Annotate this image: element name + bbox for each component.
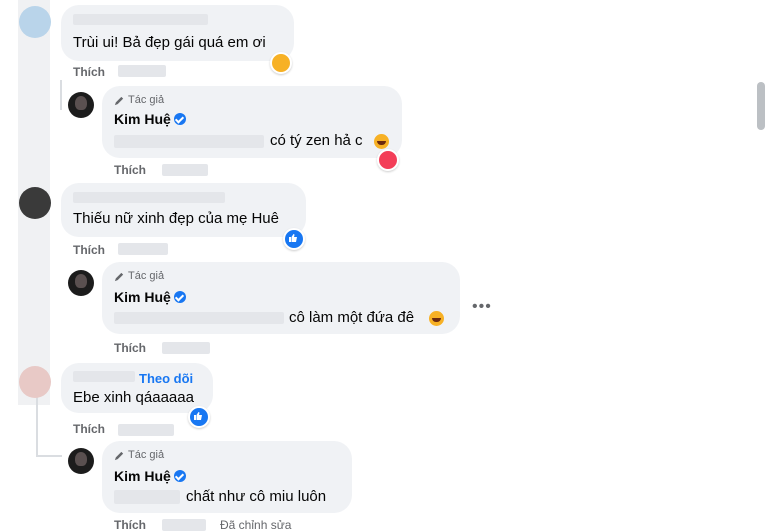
author-tag-label: Tác giả <box>128 270 165 282</box>
redacted-timestamp <box>162 519 206 531</box>
redacted-text <box>114 312 284 324</box>
reply-text: có tý zen hả c <box>270 132 363 149</box>
commenter-avatar[interactable] <box>19 187 51 219</box>
comment-bubble: Theo dõi Ebe xinh qáaaaaa <box>61 363 213 413</box>
redacted-name <box>73 192 225 203</box>
like-button[interactable]: Thích <box>73 65 105 79</box>
laughing-emoji-icon <box>429 311 444 326</box>
pencil-icon <box>114 96 124 105</box>
redacted-timestamp <box>118 65 166 77</box>
reply-bubble: Tác giả Kim Huệ cô làm một đứa đê <box>102 262 460 334</box>
redacted-timestamp <box>118 243 168 255</box>
more-options-icon[interactable]: ••• <box>472 298 492 316</box>
verified-badge-icon <box>173 470 186 482</box>
comment-text: Thiếu nữ xinh đẹp của mẹ Huê <box>73 210 279 227</box>
thread-line <box>36 455 62 457</box>
author-avatar[interactable] <box>68 92 94 118</box>
reply-author[interactable]: Kim Huệ <box>114 289 186 307</box>
haha-reaction-icon[interactable] <box>270 52 292 74</box>
author-tag: Tác giả <box>114 94 164 106</box>
pencil-icon <box>114 451 124 460</box>
reply-bubble: Tác giả Kim Huệ chất như cô miu luôn <box>102 441 352 513</box>
like-button[interactable]: Thích <box>114 518 146 532</box>
author-name[interactable]: Kim Huệ <box>114 111 171 127</box>
follow-button[interactable]: Theo dõi <box>139 371 193 386</box>
author-tag: Tác giả <box>114 270 164 282</box>
author-tag-label: Tác giả <box>128 449 165 461</box>
thread-line <box>60 80 62 110</box>
reply-author[interactable]: Kim Huệ <box>114 468 186 486</box>
author-name[interactable]: Kim Huệ <box>114 468 171 484</box>
redacted-text <box>114 490 180 504</box>
reply-bubble: Tác giả Kim Huệ có tý zen hả c <box>102 86 402 158</box>
reply-author[interactable]: Kim Huệ <box>114 111 186 129</box>
redacted-timestamp <box>118 424 174 436</box>
author-tag: Tác giả <box>114 449 164 461</box>
like-button[interactable]: Thích <box>114 163 146 177</box>
scrollbar-thumb[interactable] <box>757 82 765 130</box>
laughing-emoji-icon <box>374 134 389 149</box>
author-avatar[interactable] <box>68 270 94 296</box>
like-reaction-icon[interactable] <box>283 228 305 250</box>
like-button[interactable]: Thích <box>73 422 105 436</box>
like-button[interactable]: Thích <box>73 243 105 257</box>
reply-text: cô làm một đứa đê <box>289 309 415 326</box>
redacted-name <box>73 14 208 25</box>
heart-reaction-icon[interactable] <box>377 149 399 171</box>
comment-bubble: Thiếu nữ xinh đẹp của mẹ Huê <box>61 183 306 237</box>
verified-badge-icon <box>173 113 186 125</box>
redacted-name <box>73 371 135 382</box>
comment-text: Trùi ui! Bả đẹp gái quá em ơi <box>73 34 266 51</box>
redacted-timestamp <box>162 164 208 176</box>
comment-text: Ebe xinh qáaaaaa <box>73 389 194 406</box>
redacted-text <box>114 135 264 148</box>
comment-bubble: Trùi ui! Bả đẹp gái quá em ơi <box>61 5 294 61</box>
commenter-avatar[interactable] <box>19 6 51 38</box>
verified-badge-icon <box>173 291 186 303</box>
edited-label: Đã chỉnh sửa <box>220 518 292 532</box>
author-tag-label: Tác giả <box>128 94 165 106</box>
like-button[interactable]: Thích <box>114 341 146 355</box>
commenter-avatar[interactable] <box>19 366 51 398</box>
redacted-timestamp <box>162 342 210 354</box>
reply-text: chất như cô miu luôn <box>186 488 327 505</box>
thread-line <box>36 395 38 455</box>
author-name[interactable]: Kim Huệ <box>114 289 171 305</box>
pencil-icon <box>114 272 124 281</box>
like-reaction-icon[interactable] <box>188 406 210 428</box>
author-avatar[interactable] <box>68 448 94 474</box>
